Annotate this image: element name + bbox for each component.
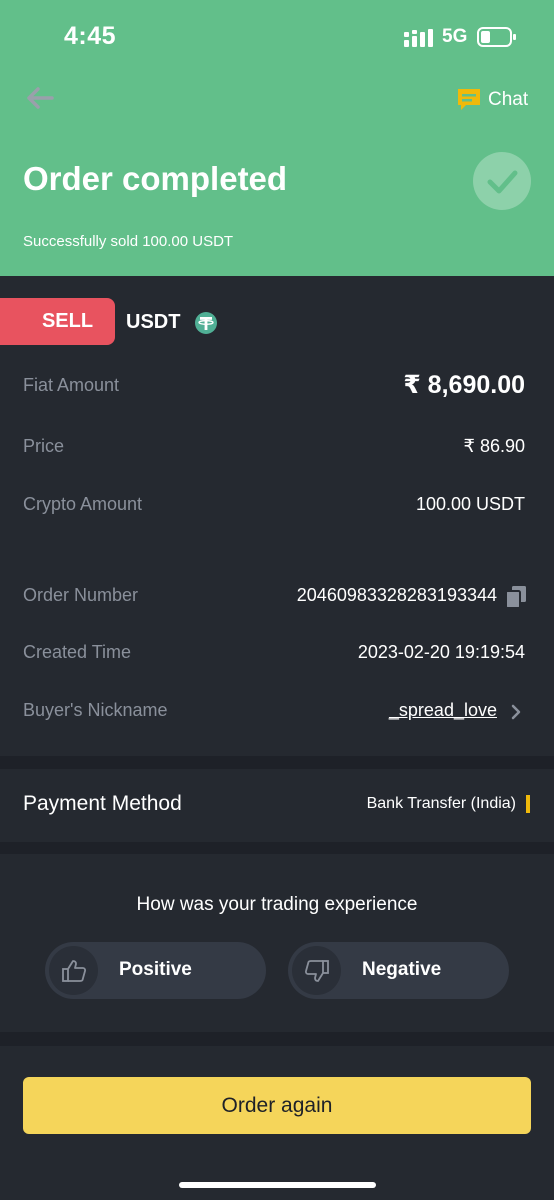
positive-feedback-label: Positive <box>119 959 192 980</box>
asset-label: USDT <box>126 311 181 333</box>
chat-button[interactable]: Chat <box>456 86 528 114</box>
order-number-value: 20460983328283193344 <box>296 585 497 605</box>
negative-feedback-label: Negative <box>362 959 442 980</box>
payment-method-value: Bank Transfer (India) <box>366 795 516 812</box>
order-details: SELL USDT Fiat Amount ₹ 8,690.00 Price ₹… <box>0 276 554 756</box>
created-time-label: Created Time <box>23 642 132 662</box>
bottom-action-bar: Order again <box>0 1046 554 1200</box>
order-again-button[interactable]: Order again <box>23 1077 531 1134</box>
order-number-label: Order Number <box>23 585 139 605</box>
chat-icon <box>458 89 480 110</box>
buyer-nickname-label: Buyer's Nickname <box>23 700 168 720</box>
order-status-header: 4:45 5G Chat Order completed Successfull… <box>0 0 554 276</box>
negative-feedback-button[interactable]: Negative <box>288 942 509 999</box>
network-label: 5G <box>442 26 468 47</box>
thumbs-down-icon <box>292 946 341 995</box>
status-time: 4:45 <box>64 22 117 50</box>
fiat-amount-label: Fiat Amount <box>23 375 120 395</box>
battery-icon <box>477 27 516 47</box>
created-time-value: 2023-02-20 19:19:54 <box>357 642 525 662</box>
home-indicator <box>179 1182 376 1188</box>
side-badge: SELL <box>0 298 115 345</box>
signal-icon <box>404 29 433 47</box>
fiat-amount-value: ₹ 8,690.00 <box>403 371 525 399</box>
positive-feedback-button[interactable]: Positive <box>45 942 266 999</box>
payment-accent-bar <box>526 795 530 813</box>
crypto-amount-value: 100.00 USDT <box>415 494 525 514</box>
order-subtitle: Successfully sold 100.00 USDT <box>23 233 234 250</box>
price-label: Price <box>23 436 65 456</box>
payment-method-label: Payment Method <box>23 792 182 815</box>
buyer-nickname-link[interactable]: _spread_love <box>389 700 497 721</box>
payment-method-row: Payment Method Bank Transfer (India) <box>0 769 554 842</box>
price-value: ₹ 86.90 <box>463 436 526 456</box>
page-title: Order completed <box>23 160 288 197</box>
tether-icon <box>195 312 217 334</box>
arrow-left-icon[interactable] <box>24 84 56 112</box>
feedback-question: How was your trading experience <box>136 894 418 915</box>
chevron-right-icon[interactable] <box>510 704 522 720</box>
crypto-amount-label: Crypto Amount <box>23 494 143 514</box>
chat-label: Chat <box>488 89 529 110</box>
copy-icon[interactable] <box>506 586 526 608</box>
thumbs-up-icon <box>49 946 98 995</box>
feedback-section: How was your trading experience Positive… <box>0 854 554 1032</box>
check-icon <box>473 152 531 210</box>
status-bar: 4:45 5G <box>0 0 554 70</box>
